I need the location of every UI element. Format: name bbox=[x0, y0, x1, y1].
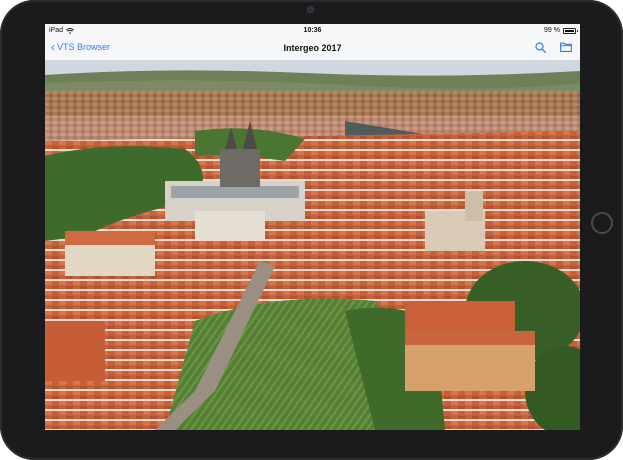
battery-percent: 99 % bbox=[544, 27, 560, 34]
nav-actions bbox=[535, 42, 572, 53]
battery-icon bbox=[563, 27, 578, 34]
status-time: 10:36 bbox=[303, 27, 322, 34]
battery-fill bbox=[565, 29, 574, 32]
search-icon[interactable] bbox=[535, 42, 546, 53]
map-view[interactable] bbox=[45, 61, 580, 430]
status-right: 99 % bbox=[544, 27, 578, 34]
navigation-bar: ‹ VTS Browser Intergeo 2017 bbox=[45, 38, 580, 61]
front-camera bbox=[307, 6, 314, 13]
folder-icon[interactable] bbox=[560, 42, 572, 52]
ipad-device: iPad 10:36 99 % ‹ VTS Browser Intergeo 2… bbox=[0, 0, 623, 460]
home-button[interactable] bbox=[591, 212, 613, 234]
status-bar: iPad 10:36 99 % bbox=[45, 24, 580, 38]
aerial-3d-map[interactable] bbox=[45, 61, 580, 430]
page-title: Intergeo 2017 bbox=[283, 43, 342, 53]
screen: iPad 10:36 99 % ‹ VTS Browser Intergeo 2… bbox=[45, 24, 580, 430]
